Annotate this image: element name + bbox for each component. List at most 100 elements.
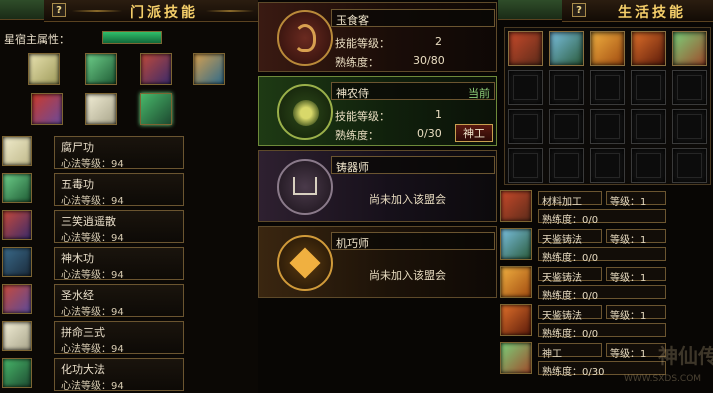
- empty-slot-icon[interactable]: [508, 148, 543, 183]
- title-deco-left: [72, 10, 122, 12]
- slot-inner: [677, 114, 702, 139]
- life-skill-name: 神工: [542, 349, 562, 360]
- life-skills-title: 生活技能: [618, 5, 686, 21]
- martial-skill-level: 心法等级：94: [61, 233, 124, 244]
- top-right-corner-deco: [498, 0, 562, 20]
- medicine-card[interactable]: 神农侍 当前 技能等级： 1 熟练度： 0/30 神工: [258, 76, 497, 146]
- medicine-skill-level-label: 技能等级：: [335, 110, 390, 123]
- cooking-proficiency-value: 30/80: [413, 54, 445, 67]
- life-skill-icon[interactable]: [500, 190, 532, 222]
- life-skill-name-box: 神工: [538, 343, 602, 360]
- watermark-text: 神仙传: [658, 344, 713, 368]
- crafting-name-box: 机巧师: [331, 232, 495, 250]
- martial-skill-item[interactable]: 三笑逍遥散心法等级：94: [54, 210, 184, 244]
- life-skills-panel: ? 生活技能 材料加工 等级：1 熟练度：0/0 天鉴铸法 等级：1 熟练度：0/0 天鉴铸…: [498, 0, 713, 393]
- life-skill-level-box: 等级：1: [606, 305, 666, 322]
- life-skill-level-box: 等级：1: [606, 191, 666, 208]
- martial-skill-level: 心法等级：94: [61, 270, 124, 281]
- empty-slot-icon[interactable]: [672, 70, 707, 105]
- shengong-button[interactable]: 神工: [455, 124, 493, 142]
- life-skill-icon[interactable]: [500, 228, 532, 260]
- empty-slot-icon[interactable]: [549, 148, 584, 183]
- cooking-name: 玉食客: [336, 14, 369, 27]
- skill-book-icon[interactable]: [2, 247, 32, 277]
- martial-skill-level: 心法等级：94: [61, 196, 124, 207]
- profession-column: 玉食客 技能等级： 2 熟练度： 30/80 神农侍 当前 技能等级： 1 熟练…: [258, 0, 498, 393]
- martial-skill-name: 三笑逍遥散: [61, 215, 116, 228]
- cooking-emblem-icon: [277, 10, 333, 66]
- life-skill-proficiency-box: 熟练度：0/0: [538, 209, 666, 226]
- life-skill-level: 等级：1: [610, 311, 647, 322]
- martial-skill-name: 腐尸功: [61, 141, 94, 154]
- empty-slot-icon[interactable]: [631, 70, 666, 105]
- attribute-label: 星宿主属性：: [4, 33, 70, 46]
- life-skill-name: 天鉴铸法: [542, 273, 582, 284]
- life-skill-item-icon[interactable]: [549, 31, 584, 66]
- martial-skill-item[interactable]: 腐尸功心法等级：94: [54, 136, 184, 170]
- empty-slot-icon[interactable]: [508, 109, 543, 144]
- slot-inner: [595, 75, 620, 100]
- empty-slot-icon[interactable]: [508, 70, 543, 105]
- life-skill-icon[interactable]: [500, 266, 532, 298]
- life-skill-item-icon[interactable]: [590, 31, 625, 66]
- skill-book-icon[interactable]: [85, 53, 117, 85]
- martial-skill-level: 心法等级：94: [61, 159, 124, 170]
- martial-skill-item[interactable]: 拼命三式 心法等级：94: [54, 321, 184, 355]
- life-skill-item-icon[interactable]: [508, 31, 543, 66]
- cooking-proficiency-label: 熟练度：: [335, 56, 379, 69]
- martial-skill-level: 心法等级：94: [61, 344, 124, 355]
- skill-book-icon[interactable]: [2, 173, 32, 203]
- cooking-card[interactable]: 玉食客 技能等级： 2 熟练度： 30/80: [258, 2, 497, 72]
- watermark-url: WWW.SXDS.COM: [624, 374, 702, 384]
- skill-book-icon[interactable]: [31, 93, 63, 125]
- empty-slot-icon[interactable]: [631, 109, 666, 144]
- life-skill-name-box: 天鉴铸法: [538, 267, 602, 284]
- life-skill-item-icon[interactable]: [631, 31, 666, 66]
- martial-skill-item[interactable]: 圣水经 心法等级：94: [54, 284, 184, 318]
- slot-inner: [636, 75, 661, 100]
- life-skill-item-icon[interactable]: [672, 31, 707, 66]
- skill-book-icon[interactable]: [2, 321, 32, 351]
- martial-skill-item[interactable]: 五毒功 心法等级：94: [54, 173, 184, 207]
- life-skill-name: 天鉴铸法: [542, 311, 582, 322]
- empty-slot-icon[interactable]: [590, 109, 625, 144]
- empty-slot-icon[interactable]: [549, 109, 584, 144]
- slot-inner: [595, 114, 620, 139]
- help-icon[interactable]: ?: [572, 3, 586, 17]
- empty-slot-icon[interactable]: [672, 109, 707, 144]
- skill-book-icon[interactable]: [140, 53, 172, 85]
- cooking-skill-level-label: 技能等级：: [335, 37, 390, 50]
- empty-slot-icon[interactable]: [549, 70, 584, 105]
- skill-book-icon[interactable]: [2, 358, 32, 388]
- skill-book-icon[interactable]: [85, 93, 117, 125]
- empty-slot-icon[interactable]: [590, 148, 625, 183]
- life-skill-name-box: 天鉴铸法: [538, 305, 602, 322]
- cooking-skill-level-value: 2: [435, 35, 442, 48]
- skill-book-icon[interactable]: [2, 210, 32, 240]
- skill-book-icon[interactable]: [193, 53, 225, 85]
- skill-book-icon[interactable]: [28, 53, 60, 85]
- crafting-card[interactable]: 机巧师 尚未加入该盟会: [258, 226, 497, 298]
- empty-slot-icon[interactable]: [672, 148, 707, 183]
- title-deco-right: [206, 10, 254, 12]
- martial-skill-item[interactable]: 化功大法 心法等级：94: [54, 358, 184, 392]
- life-skill-proficiency: 熟练度：0/0: [542, 253, 599, 264]
- martial-skill-item[interactable]: 神木功心法等级：94: [54, 247, 184, 281]
- crafting-status: 尚未加入该盟会: [369, 269, 446, 282]
- skill-book-icon[interactable]: [2, 136, 32, 166]
- help-icon[interactable]: ?: [52, 3, 66, 17]
- martial-skill-level: 心法等级：94: [61, 381, 124, 392]
- life-skill-proficiency-box: 熟练度：0/0: [538, 285, 666, 302]
- medicine-proficiency-value: 0/30: [417, 127, 442, 140]
- skill-book-icon[interactable]: [140, 93, 172, 125]
- skill-book-icon[interactable]: [2, 284, 32, 314]
- martial-skill-name: 神木功: [61, 252, 94, 265]
- empty-slot-icon[interactable]: [590, 70, 625, 105]
- life-skill-proficiency-box: 熟练度：0/0: [538, 323, 666, 340]
- forging-card[interactable]: 铸器师 尚未加入该盟会: [258, 150, 497, 222]
- life-skill-grid: [504, 27, 711, 185]
- empty-slot-icon[interactable]: [631, 148, 666, 183]
- life-skill-icon[interactable]: [500, 342, 532, 374]
- forging-name-box: 铸器师: [331, 156, 495, 174]
- life-skill-icon[interactable]: [500, 304, 532, 336]
